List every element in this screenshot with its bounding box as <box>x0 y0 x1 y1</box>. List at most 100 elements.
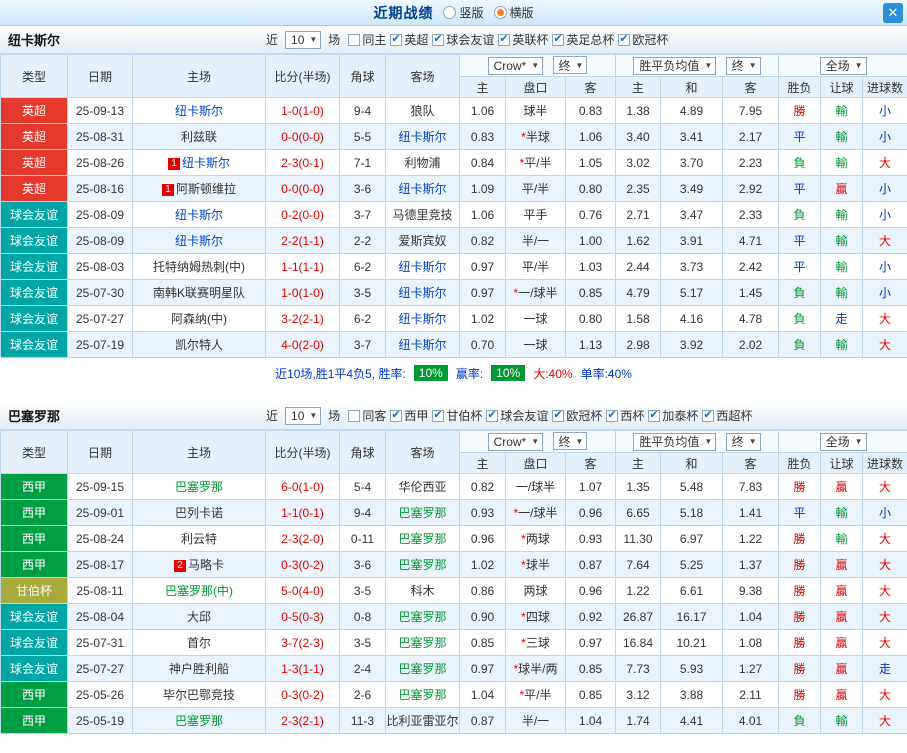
close-button[interactable]: ✕ <box>883 3 903 23</box>
odds-away: 0.80 <box>565 305 616 332</box>
odds-home: 0.93 <box>459 499 506 526</box>
filter-球会友谊[interactable]: 球会友谊 <box>486 407 548 424</box>
result-outcome: 勝 <box>778 577 822 604</box>
filter-甘伯杯[interactable]: 甘伯杯 <box>432 407 482 424</box>
single-rate-label: 单率:40% <box>580 366 632 381</box>
filter-label: 西超杯 <box>716 409 753 423</box>
away-team: 比利亚雷亚尔 <box>385 707 460 734</box>
away-team: 巴塞罗那 <box>385 629 460 656</box>
home-team: 1 阿斯顿维拉 <box>132 175 266 202</box>
games-count-select[interactable]: 10 ▼ <box>285 406 322 425</box>
filter-西超杯[interactable]: 西超杯 <box>702 407 752 424</box>
avg-draw: 5.18 <box>660 499 723 526</box>
match-row: 西甲 25-09-01 巴列卡诺 1-1(0-1) 9-4 巴塞罗那 0.93 … <box>0 499 907 526</box>
bookmaker-select[interactable]: Crow* ▼ <box>487 56 544 75</box>
score: 1-0(1-0) <box>265 279 340 306</box>
checkbox-icon[interactable] <box>606 408 619 422</box>
odds-home: 0.97 <box>459 279 506 306</box>
odds-away: 1.05 <box>565 149 616 176</box>
avg-type-select[interactable]: 胜平负均值 ▼ <box>633 432 717 451</box>
score: 0-0(0-0) <box>265 175 340 202</box>
avg-type-select[interactable]: 胜平负均值 ▼ <box>633 56 717 75</box>
subheader: 和 <box>660 452 723 474</box>
corners: 2-2 <box>339 227 386 254</box>
team-name: 纽卡斯尔 <box>8 33 61 48</box>
avg-draw: 3.70 <box>660 149 723 176</box>
away-team: 巴塞罗那 <box>385 499 460 526</box>
odds-header: Crow* ▼ 终 ▼ <box>459 54 616 77</box>
corners: 3-5 <box>339 577 386 604</box>
checkbox-icon[interactable] <box>390 408 403 422</box>
checkbox-icon[interactable] <box>348 33 361 46</box>
checkbox-icon[interactable] <box>552 32 565 46</box>
games-count-value: 10 <box>291 408 305 423</box>
checkbox-icon[interactable] <box>648 408 661 422</box>
avg-final-value: 终 <box>731 435 744 449</box>
radio-icon[interactable] <box>493 6 507 19</box>
result-outcome: 勝 <box>778 551 822 578</box>
chevron-down-icon: ▼ <box>575 436 584 446</box>
handicap: 两球 <box>505 577 566 604</box>
avg-away: 7.95 <box>721 97 780 124</box>
match-date: 25-08-09 <box>67 201 133 228</box>
match-date: 25-07-19 <box>67 331 133 358</box>
corners: 2-6 <box>339 681 386 708</box>
filter-球会友谊[interactable]: 球会友谊 <box>432 31 494 48</box>
filter-西甲[interactable]: 西甲 <box>390 407 428 424</box>
scope-select[interactable]: 全场 ▼ <box>819 432 867 451</box>
checkbox-icon[interactable] <box>498 32 511 46</box>
checkbox-icon[interactable] <box>432 32 445 46</box>
checkbox-icon[interactable] <box>348 409 361 422</box>
filter-英超[interactable]: 英超 <box>390 31 428 48</box>
odds-home: 1.06 <box>459 97 506 124</box>
away-team: 纽卡斯尔 <box>385 175 460 202</box>
layout-vertical-radio[interactable]: 竖版 <box>443 4 484 21</box>
away-team: 纽卡斯尔 <box>385 305 460 332</box>
score: 0-3(0-2) <box>265 681 340 708</box>
avg-final-select[interactable]: 终 ▼ <box>725 56 761 75</box>
avg-final-select[interactable]: 终 ▼ <box>725 432 761 451</box>
checkbox-icon[interactable] <box>702 408 715 422</box>
matches-table: 类型 日期 主场 比分(半场) 角球 客场 Crow* ▼ 终 ▼ 胜平负均值 … <box>0 430 907 734</box>
filter-欧冠杯[interactable]: 欧冠杯 <box>618 31 668 48</box>
avg-home: 1.38 <box>615 97 661 124</box>
avg-away: 2.11 <box>721 681 780 708</box>
away-team: 纽卡斯尔 <box>385 253 460 280</box>
score: 3-2(2-1) <box>265 305 340 332</box>
subheader: 让球 <box>820 452 864 474</box>
bookmaker-select[interactable]: Crow* ▼ <box>487 432 544 451</box>
handicap: 平/半 <box>505 175 566 202</box>
result-handicap: 贏 <box>820 655 864 682</box>
filter-欧冠杯[interactable]: 欧冠杯 <box>552 407 602 424</box>
radio-icon[interactable] <box>443 6 457 19</box>
filter-英足总杯[interactable]: 英足总杯 <box>552 31 614 48</box>
odds-final-select[interactable]: 终 ▼ <box>552 432 588 451</box>
corners: 11-3 <box>339 707 386 734</box>
filter-西杯[interactable]: 西杯 <box>606 407 644 424</box>
checkbox-icon[interactable] <box>486 408 499 422</box>
odds-final-select[interactable]: 终 ▼ <box>552 56 588 75</box>
layout-horizontal-radio[interactable]: 横版 <box>493 4 534 21</box>
result-handicap: 輸 <box>820 253 864 280</box>
checkbox-icon[interactable] <box>432 408 445 422</box>
filter-label: 欧冠杯 <box>632 33 669 47</box>
scope-header: 全场 ▼ <box>778 54 907 77</box>
result-handicap: 贏 <box>820 175 864 202</box>
filter-同主[interactable]: 同主 <box>348 31 386 48</box>
win-rate-badge: 10% <box>413 365 448 381</box>
handicap: *一/球半 <box>505 499 566 526</box>
checkbox-icon[interactable] <box>552 408 565 422</box>
avg-home: 2.35 <box>615 175 661 202</box>
games-count-select[interactable]: 10 ▼ <box>285 30 322 49</box>
filter-英联杯[interactable]: 英联杯 <box>498 31 548 48</box>
corners: 6-2 <box>339 305 386 332</box>
score: 6-0(1-0) <box>265 473 340 500</box>
scope-select[interactable]: 全场 ▼ <box>819 56 867 75</box>
home-team: 利兹联 <box>132 123 266 150</box>
checkbox-icon[interactable] <box>618 32 631 46</box>
checkbox-icon[interactable] <box>390 32 403 46</box>
handicap: *半球 <box>505 123 566 150</box>
result-outcome: 勝 <box>778 603 822 630</box>
filter-加泰杯[interactable]: 加泰杯 <box>648 407 698 424</box>
filter-同客[interactable]: 同客 <box>348 407 386 424</box>
